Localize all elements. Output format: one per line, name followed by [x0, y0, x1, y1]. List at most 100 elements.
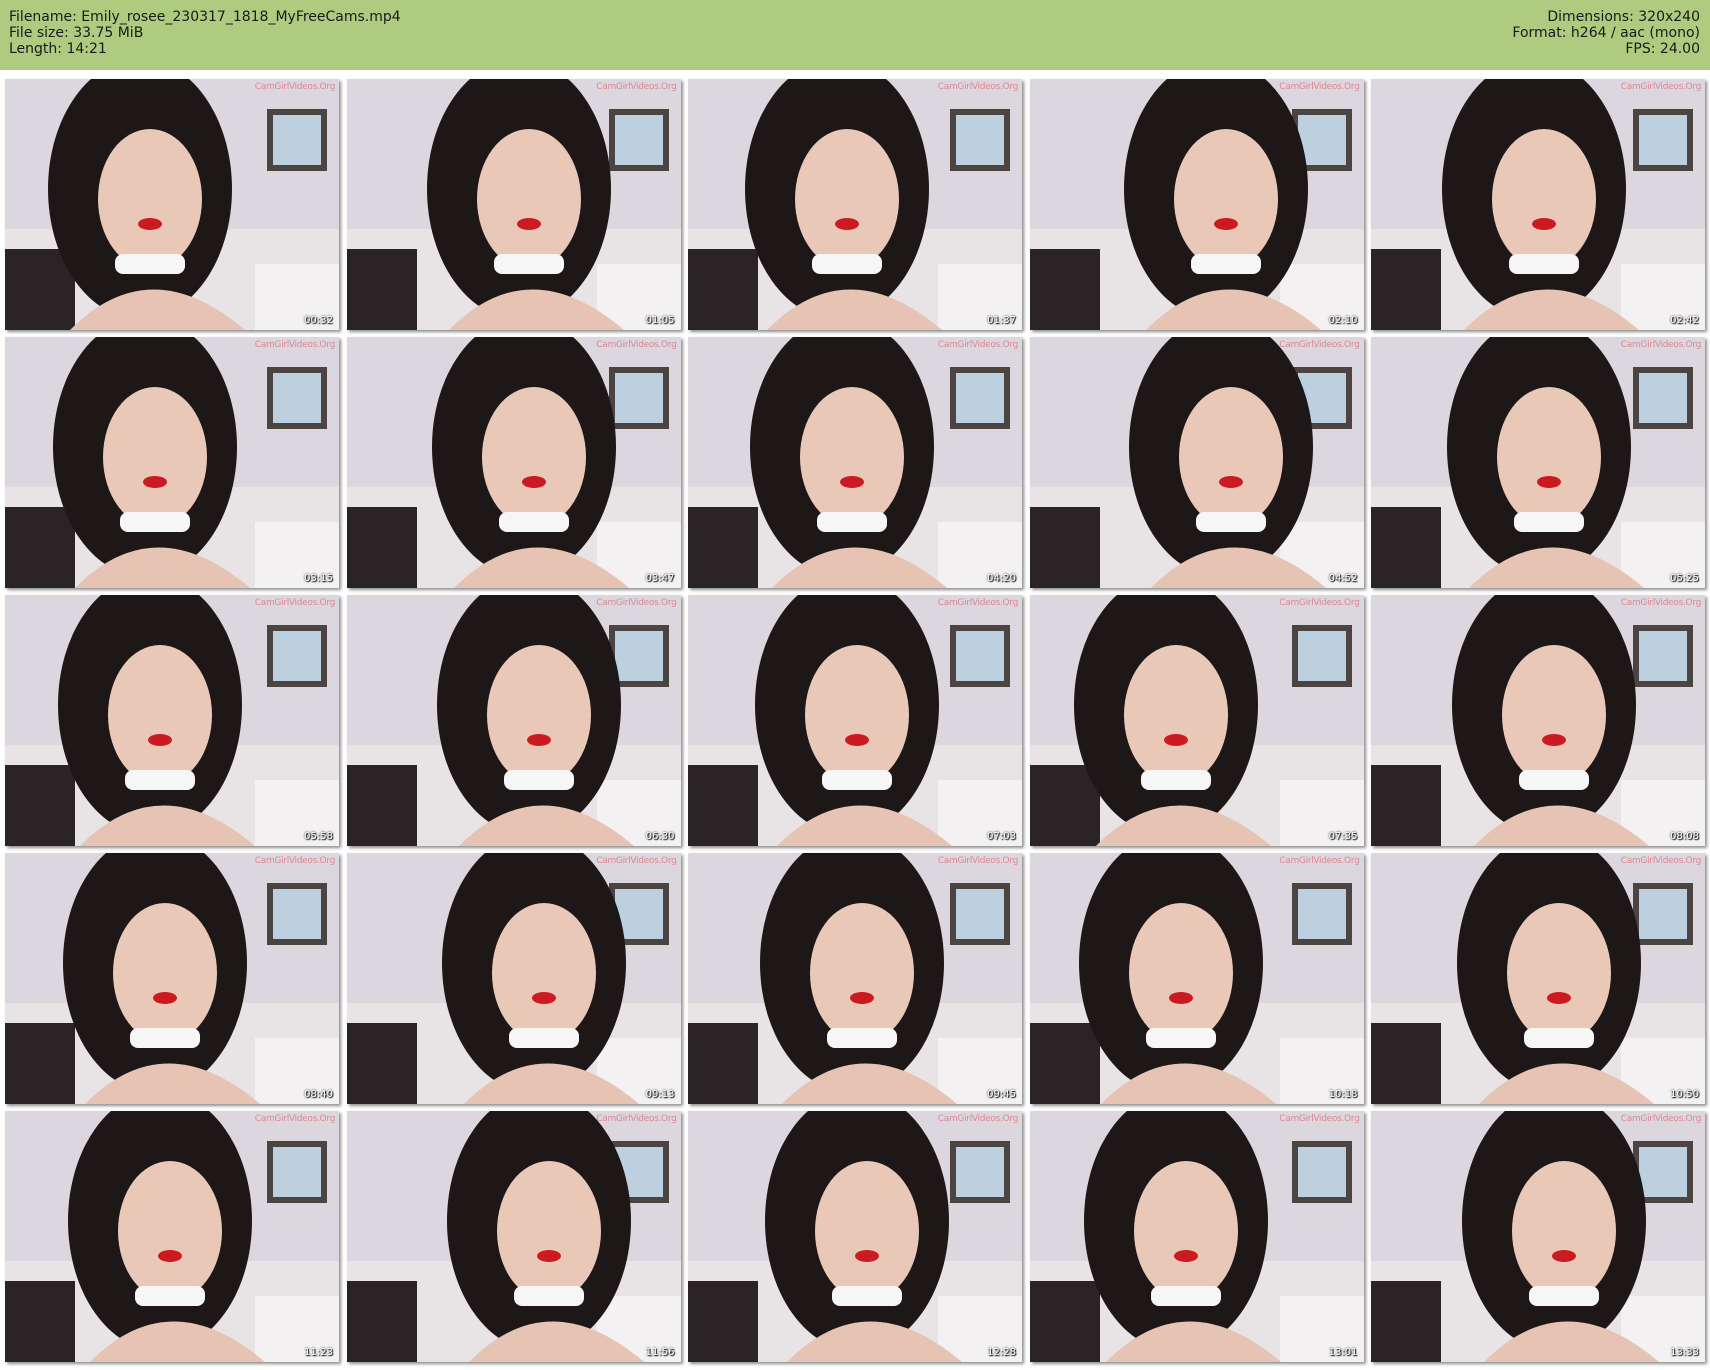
file-info-right: Dimensions: 320x240 Format: h264 / aac (… [1512, 9, 1700, 57]
timestamp-label: 10:18 [1328, 1089, 1358, 1100]
video-thumbnail: CamGirlVideos.Org 01:37 [688, 79, 1022, 330]
watermark-text: CamGirlVideos.Org [1620, 598, 1702, 608]
frame-image [1371, 1111, 1705, 1362]
timestamp-label: 13:33 [1670, 1347, 1699, 1358]
video-thumbnail: CamGirlVideos.Org 03:15 [5, 337, 339, 588]
watermark-text: CamGirlVideos.Org [596, 340, 677, 350]
video-thumbnail: CamGirlVideos.Org 02:42 [1371, 79, 1705, 330]
watermark-text: CamGirlVideos.Org [1279, 340, 1360, 350]
video-thumbnail: CamGirlVideos.Org 13:33 [1371, 1111, 1705, 1362]
timestamp-label: 03:15 [304, 573, 333, 584]
frame-image [1371, 853, 1705, 1104]
frame-image [1029, 595, 1364, 846]
timestamp-label: 08:08 [1670, 831, 1699, 842]
timestamp-label: 01:37 [987, 315, 1016, 326]
video-thumbnail: CamGirlVideos.Org 10:18 [1029, 853, 1364, 1104]
watermark-text: CamGirlVideos.Org [254, 598, 336, 608]
timestamp-label: 02:10 [1328, 315, 1358, 326]
watermark-text: CamGirlVideos.Org [596, 82, 677, 92]
frame-image [5, 853, 339, 1104]
frame-image [346, 853, 681, 1104]
video-thumbnail: CamGirlVideos.Org 01:05 [346, 79, 681, 330]
video-thumbnail: CamGirlVideos.Org 11:23 [5, 1111, 339, 1362]
filename-label: Filename: Emily_rosee_230317_1818_MyFree… [9, 9, 401, 25]
frame-image [1029, 79, 1364, 330]
watermark-text: CamGirlVideos.Org [254, 1114, 336, 1124]
frame-image [346, 337, 681, 588]
timestamp-label: 08:40 [304, 1089, 333, 1100]
timestamp-label: 01:05 [645, 315, 675, 326]
fps-label: FPS: 24.00 [1625, 41, 1700, 57]
watermark-text: CamGirlVideos.Org [1279, 856, 1360, 866]
watermark-text: CamGirlVideos.Org [1279, 598, 1360, 608]
timestamp-label: 09:45 [987, 1089, 1016, 1100]
file-info-left: Filename: Emily_rosee_230317_1818_MyFree… [9, 9, 401, 57]
frame-image [5, 337, 339, 588]
length-label: Length: 14:21 [9, 41, 107, 57]
frame-image [688, 337, 1022, 588]
video-thumbnail: CamGirlVideos.Org 12:28 [688, 1111, 1022, 1362]
frame-image [1029, 1111, 1364, 1362]
watermark-text: CamGirlVideos.Org [1620, 1114, 1702, 1124]
video-thumbnail: CamGirlVideos.Org 08:40 [5, 853, 339, 1104]
watermark-text: CamGirlVideos.Org [596, 1114, 677, 1124]
watermark-text: CamGirlVideos.Org [937, 598, 1019, 608]
watermark-text: CamGirlVideos.Org [1620, 82, 1702, 92]
frame-image [1371, 595, 1705, 846]
video-thumbnail: CamGirlVideos.Org 09:13 [346, 853, 681, 1104]
timestamp-label: 09:13 [645, 1089, 675, 1100]
frame-image [688, 595, 1022, 846]
video-thumbnail: CamGirlVideos.Org 04:52 [1029, 337, 1364, 588]
frame-image [1029, 337, 1364, 588]
video-thumbnail: CamGirlVideos.Org 05:58 [5, 595, 339, 846]
timestamp-label: 03:47 [645, 573, 675, 584]
watermark-text: CamGirlVideos.Org [1620, 340, 1702, 350]
frame-image [688, 79, 1022, 330]
timestamp-label: 05:58 [304, 831, 333, 842]
filesize-label: File size: 33.75 MiB [9, 25, 144, 41]
video-thumbnail: CamGirlVideos.Org 09:45 [688, 853, 1022, 1104]
timestamp-label: 02:42 [1670, 315, 1699, 326]
frame-image [346, 595, 681, 846]
timestamp-label: 11:23 [304, 1347, 333, 1358]
frame-image [5, 79, 339, 330]
timestamp-label: 04:20 [987, 573, 1016, 584]
watermark-text: CamGirlVideos.Org [1620, 856, 1702, 866]
watermark-text: CamGirlVideos.Org [937, 82, 1019, 92]
frame-image [1029, 853, 1364, 1104]
video-thumbnail: CamGirlVideos.Org 13:01 [1029, 1111, 1364, 1362]
timestamp-label: 12:28 [987, 1347, 1016, 1358]
timestamp-label: 06:30 [645, 831, 675, 842]
watermark-text: CamGirlVideos.Org [596, 856, 677, 866]
dimensions-label: Dimensions: 320x240 [1547, 9, 1700, 25]
frame-image [346, 79, 681, 330]
frame-image [688, 1111, 1022, 1362]
info-header: Filename: Emily_rosee_230317_1818_MyFree… [0, 0, 1710, 70]
video-thumbnail: CamGirlVideos.Org 10:50 [1371, 853, 1705, 1104]
video-thumbnail: CamGirlVideos.Org 06:30 [346, 595, 681, 846]
watermark-text: CamGirlVideos.Org [596, 598, 677, 608]
frame-image [5, 1111, 339, 1362]
video-thumbnail: CamGirlVideos.Org 07:35 [1029, 595, 1364, 846]
format-label: Format: h264 / aac (mono) [1512, 25, 1700, 41]
frame-image [346, 1111, 681, 1362]
video-thumbnail: CamGirlVideos.Org 03:47 [346, 337, 681, 588]
watermark-text: CamGirlVideos.Org [254, 340, 336, 350]
timestamp-label: 13:01 [1328, 1347, 1358, 1358]
video-thumbnail: CamGirlVideos.Org 07:03 [688, 595, 1022, 846]
watermark-text: CamGirlVideos.Org [937, 856, 1019, 866]
timestamp-label: 04:52 [1328, 573, 1358, 584]
watermark-text: CamGirlVideos.Org [937, 340, 1019, 350]
timestamp-label: 11:56 [645, 1347, 675, 1358]
video-thumbnail: CamGirlVideos.Org 02:10 [1029, 79, 1364, 330]
timestamp-label: 10:50 [1670, 1089, 1699, 1100]
video-thumbnail: CamGirlVideos.Org 05:25 [1371, 337, 1705, 588]
video-thumbnail: CamGirlVideos.Org 08:08 [1371, 595, 1705, 846]
video-thumbnail: CamGirlVideos.Org 04:20 [688, 337, 1022, 588]
frame-image [5, 595, 339, 846]
video-thumbnail: CamGirlVideos.Org 11:56 [346, 1111, 681, 1362]
watermark-text: CamGirlVideos.Org [1279, 82, 1360, 92]
watermark-text: CamGirlVideos.Org [254, 856, 336, 866]
frame-image [1371, 337, 1705, 588]
thumbnail-grid: CamGirlVideos.Org 00:32 CamGirlVideos.Org… [5, 79, 1705, 1362]
